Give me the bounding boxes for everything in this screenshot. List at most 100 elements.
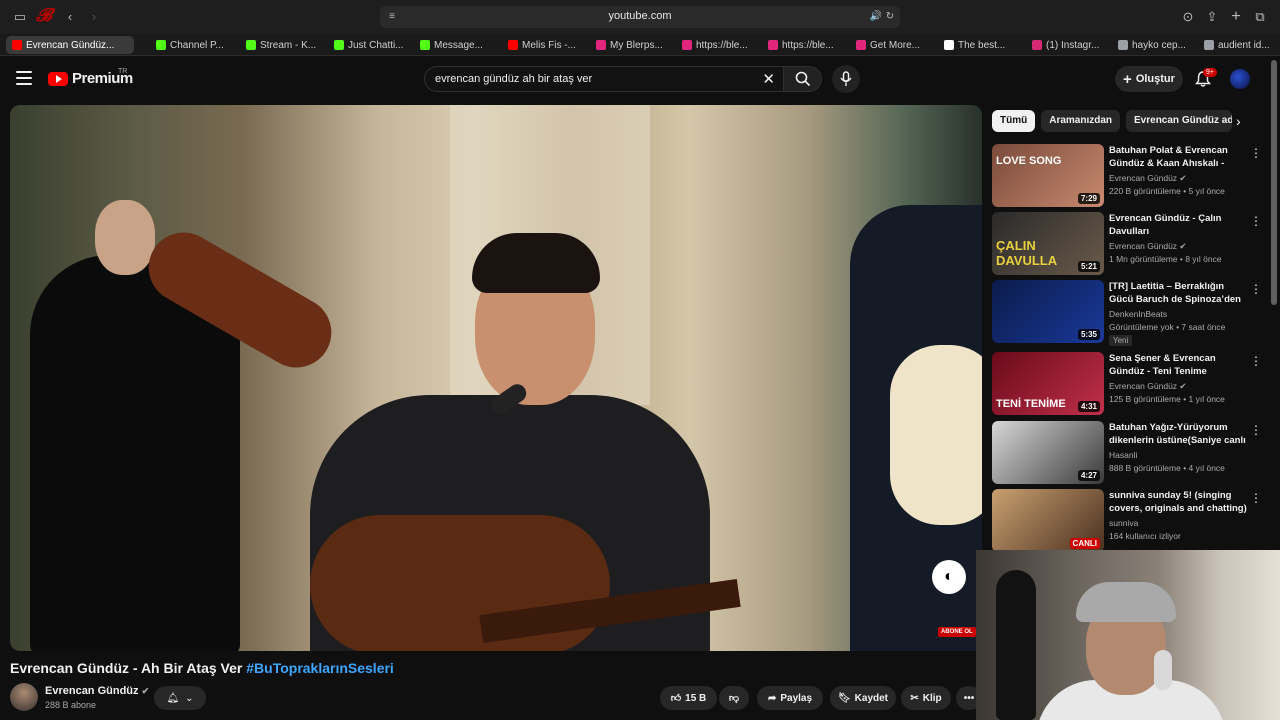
browser-tab[interactable]: https://ble...	[676, 36, 756, 54]
share-button[interactable]: ➦ Paylaş	[757, 686, 823, 710]
video-frame-bass	[890, 345, 982, 525]
recommendation-thumbnail[interactable]: CANLI	[992, 489, 1104, 552]
subscription-notifications-button[interactable]: 🔔︎ ⌄	[154, 686, 206, 710]
browser-tab[interactable]: hayko cep...	[1112, 36, 1192, 54]
channel-name[interactable]: Evrencan Gündüz ✔	[45, 685, 149, 697]
clear-search-icon[interactable]: ✕	[762, 70, 775, 88]
subscribe-overlay[interactable]: ABONE OL	[938, 627, 976, 637]
browser-tab[interactable]: audient id...	[1198, 36, 1274, 54]
dislike-button[interactable]: 👎︎	[719, 686, 749, 710]
channel-avatar[interactable]	[10, 683, 38, 711]
browser-tab-label: My Blerps...	[610, 39, 663, 51]
video-player[interactable]: ◐ ABONE OL	[10, 105, 982, 651]
more-options-icon[interactable]: ⋮	[1250, 146, 1262, 160]
clip-button[interactable]: ✂ Klip	[901, 686, 951, 710]
forward-icon[interactable]: ›	[86, 9, 102, 25]
create-button[interactable]: + Oluştur	[1115, 66, 1183, 92]
mic-icon	[840, 71, 852, 86]
search-input[interactable]: evrencan gündüz ah bir ataş ver ✕	[424, 66, 784, 92]
browser-tab[interactable]: (1) Instagr...	[1026, 36, 1106, 54]
browser-tab[interactable]: Melis Fis -...	[502, 36, 582, 54]
browser-tab[interactable]: Channel P...	[150, 36, 232, 54]
tab-favicon-icon	[1204, 40, 1214, 50]
downloads-icon[interactable]: ⊙	[1180, 9, 1196, 25]
video-hashtag[interactable]: #BuTopraklarınSesleri	[246, 660, 394, 676]
back-icon[interactable]: ‹	[62, 9, 78, 25]
more-options-icon[interactable]: ⋮	[1250, 214, 1262, 228]
browser-tab[interactable]: Get More...	[850, 36, 930, 54]
address-bar[interactable]: ≡ youtube.com 🔊 ↻	[380, 6, 900, 28]
share-arrow-icon: ➦	[767, 692, 777, 704]
voice-search-button[interactable]	[832, 65, 860, 93]
recommendation-item[interactable]: 5:35 [TR] Laetitia – Berraklığın Gücü Bar…	[992, 280, 1262, 346]
filter-chip[interactable]: Aramanızdan	[1041, 110, 1121, 132]
url-text: youtube.com	[608, 10, 672, 22]
recommendation-channel-name: Evrencan Gündüz	[1109, 381, 1178, 391]
recommendation-thumbnail[interactable]: LOVE SONG 7:29	[992, 144, 1104, 207]
recommendation-channel-name: DenkenInBeats	[1109, 309, 1168, 319]
browser-tab-label: https://ble...	[696, 39, 748, 51]
browser-tab[interactable]: The best...	[938, 36, 1018, 54]
recommendation-thumbnail[interactable]: 4:27	[992, 421, 1104, 484]
tab-favicon-icon	[1118, 40, 1128, 50]
page-scrollbar[interactable]	[1271, 60, 1277, 305]
recommendation-title[interactable]: [TR] Laetitia – Berraklığın Gücü Baruch …	[1109, 280, 1247, 306]
new-tab-icon[interactable]: +	[1228, 9, 1244, 25]
recommendation-channel[interactable]: Hasanli	[1109, 450, 1137, 460]
recommendation-thumbnail[interactable]: 5:35	[992, 280, 1104, 343]
menu-icon[interactable]	[16, 71, 32, 85]
recommendation-channel[interactable]: DenkenInBeats	[1109, 309, 1167, 319]
browser-tab[interactable]: https://ble...	[762, 36, 842, 54]
recommendation-item[interactable]: CANLI sunniva sunday 5! (singing covers, …	[992, 489, 1262, 553]
filter-chip[interactable]: Tümü	[992, 110, 1036, 132]
recommendation-channel[interactable]: sunniva	[1109, 518, 1138, 528]
save-button[interactable]: 🔖︎ Kaydet	[830, 686, 896, 710]
browser-tab[interactable]: Just Chatti...	[328, 36, 406, 54]
browser-tab[interactable]: Evrencan Gündüz...	[6, 36, 134, 54]
video-duration: 4:27	[1077, 470, 1100, 481]
more-options-icon[interactable]: ⋮	[1250, 354, 1262, 368]
tab-favicon-icon	[856, 40, 866, 50]
recommendation-title[interactable]: sunniva sunday 5! (singing covers, origi…	[1109, 489, 1247, 515]
recommendation-channel[interactable]: Evrencan Gündüz ✔	[1109, 173, 1187, 184]
more-options-icon[interactable]: ⋮	[1250, 282, 1262, 296]
save-label: Kaydet	[854, 692, 889, 704]
browser-tab[interactable]: My Blerps...	[590, 36, 670, 54]
tab-overview-icon[interactable]: ⧉	[1252, 9, 1268, 25]
clip-label: Klip	[922, 692, 942, 704]
filter-chip[interactable]: Evrencan Gündüz adlı yü	[1126, 110, 1233, 132]
video-frame-violinist-head	[95, 200, 155, 275]
recommendation-thumbnail[interactable]: TENİ TENİME 4:31	[992, 352, 1104, 415]
browser-tab-label: The best...	[958, 39, 1006, 51]
chevron-right-icon[interactable]: ›	[1236, 113, 1241, 129]
recommendation-channel[interactable]: Evrencan Gündüz ✔	[1109, 381, 1187, 392]
recommendation-channel[interactable]: Evrencan Gündüz ✔	[1109, 241, 1187, 252]
reload-icon[interactable]: ↻	[882, 9, 898, 25]
recommendation-title[interactable]: Batuhan Yağız-Yürüyorum dikenlerin üstün…	[1109, 421, 1247, 447]
recommendation-title[interactable]: Batuhan Polat & Evrencan Gündüz & Kaan A…	[1109, 144, 1247, 170]
more-options-icon[interactable]: ⋮	[1250, 491, 1262, 505]
account-avatar[interactable]	[1230, 69, 1250, 89]
thumbnail-text: LOVE SONG	[996, 155, 1062, 167]
recommendation-item[interactable]: TENİ TENİME 4:31 Sena Şener & Evrencan Gün…	[992, 352, 1262, 416]
recommendation-item[interactable]: ÇALIN DAVULLA 5:21 Evrencan Gündüz - Çalın…	[992, 212, 1262, 276]
like-button[interactable]: 👍︎ 15 B	[660, 686, 717, 710]
tab-favicon-icon	[334, 40, 344, 50]
thumbs-up-icon: 👍︎	[670, 693, 682, 704]
browser-tab[interactable]: Stream - K...	[240, 36, 320, 54]
channel-watermark-icon[interactable]: ◐	[932, 560, 966, 594]
live-badge: CANLI	[1069, 538, 1100, 549]
recommendation-item[interactable]: LOVE SONG 7:29 Batuhan Polat & Evrencan Gü…	[992, 144, 1262, 208]
scissors-icon: ✂	[910, 692, 919, 704]
search-button[interactable]	[784, 66, 822, 92]
recommendation-title[interactable]: Evrencan Gündüz - Çalın Davulları	[1109, 212, 1247, 238]
thumbs-down-icon: 👎︎	[728, 693, 740, 704]
browser-tab[interactable]: Message...	[414, 36, 494, 54]
share-icon[interactable]: ⇪	[1204, 9, 1220, 25]
channel-name-text: Evrencan Gündüz	[45, 685, 139, 697]
sidebar-toggle-icon[interactable]: ▭	[12, 9, 28, 25]
recommendation-thumbnail[interactable]: ÇALIN DAVULLA 5:21	[992, 212, 1104, 275]
recommendation-title[interactable]: Sena Şener & Evrencan Gündüz - Teni Teni…	[1109, 352, 1247, 378]
recommendation-item[interactable]: 4:27 Batuhan Yağız-Yürüyorum dikenlerin ü…	[992, 421, 1262, 485]
more-options-icon[interactable]: ⋮	[1250, 423, 1262, 437]
